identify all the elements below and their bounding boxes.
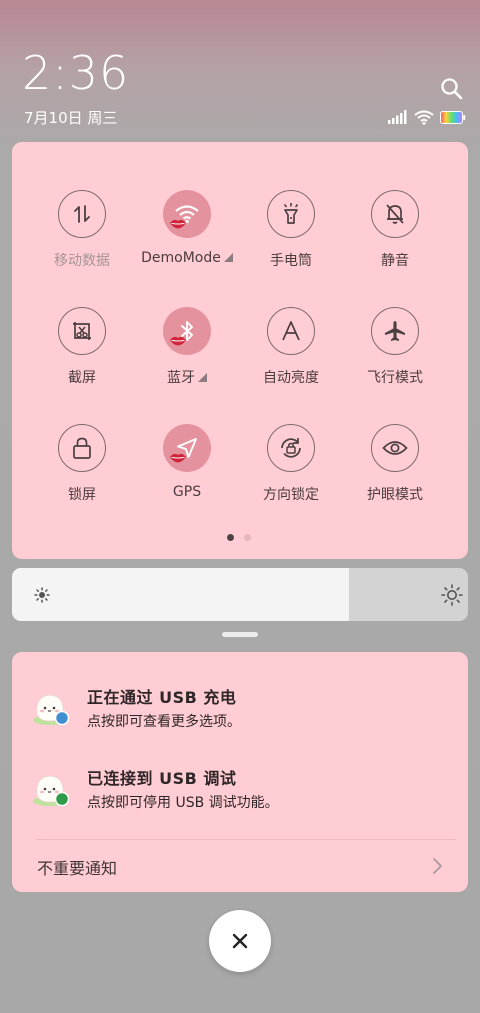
- unimportant-notifications-link[interactable]: 不重要通知: [37, 855, 117, 879]
- notification-subtitle: 点按即可停用 USB 调试功能。: [87, 795, 279, 811]
- gps-icon: [163, 424, 211, 472]
- brightness-fill: [12, 568, 350, 621]
- status-icons: [388, 108, 466, 126]
- brightness-high-icon: [441, 584, 463, 606]
- airplane-icon: [371, 307, 419, 355]
- tile-label: 静音: [381, 253, 409, 269]
- tile-label: 手电筒: [270, 253, 312, 269]
- drag-handle[interactable]: [222, 632, 258, 637]
- rotation-lock-icon: [267, 424, 315, 472]
- quick-settings-panel: 移动数据 DemoMode 手电筒 静音 截屏 蓝牙 自动亮度 飞行模式 锁屏 …: [12, 142, 468, 559]
- tile-label: 护眼模式: [367, 487, 423, 503]
- tile-label: 蓝牙: [137, 367, 237, 387]
- expand-indicator-icon: [223, 253, 233, 262]
- lips-sticker-icon: [170, 453, 186, 463]
- lips-sticker-icon: [170, 219, 186, 229]
- tile-airplane-mode[interactable]: 飞行模式: [345, 307, 445, 387]
- mascot-app-icon: [33, 775, 70, 807]
- lips-sticker-icon: [170, 336, 186, 346]
- flashlight-icon: [267, 190, 315, 238]
- tile-label: GPS: [172, 484, 202, 500]
- divider: [36, 839, 456, 840]
- mobile-data-icon: [58, 190, 106, 238]
- notification-title: 已连接到 USB 调试: [87, 769, 237, 788]
- auto-brightness-icon: [267, 307, 315, 355]
- tile-label: 自动亮度: [263, 370, 319, 386]
- tile-label: 锁屏: [68, 487, 96, 503]
- tile-demomode-wifi[interactable]: DemoMode: [137, 190, 237, 266]
- page-indicator: [227, 534, 251, 541]
- signal-icon: [388, 110, 407, 124]
- page-dot-active: [227, 534, 234, 541]
- tile-lock-screen[interactable]: 锁屏: [32, 424, 132, 504]
- screenshot-icon: [58, 307, 106, 355]
- tile-label: 方向锁定: [263, 487, 319, 503]
- tile-rotation-lock[interactable]: 方向锁定: [241, 424, 341, 504]
- tile-mute[interactable]: 静音: [345, 190, 445, 270]
- eye-icon: [371, 424, 419, 472]
- clock-time: 2:36: [22, 46, 130, 100]
- wifi-icon: [163, 190, 211, 238]
- wifi-icon: [414, 110, 434, 125]
- search-icon[interactable]: [440, 77, 464, 101]
- mascot-app-icon: [33, 694, 70, 726]
- tile-bluetooth[interactable]: 蓝牙: [137, 307, 237, 387]
- date-label: 7月10日 周三: [24, 109, 118, 127]
- tile-gps[interactable]: GPS: [137, 424, 237, 500]
- tile-auto-brightness[interactable]: 自动亮度: [241, 307, 341, 387]
- tile-label: DemoMode: [137, 250, 237, 266]
- notification-subtitle: 点按即可查看更多选项。: [87, 714, 241, 730]
- tile-eye-protection[interactable]: 护眼模式: [345, 424, 445, 504]
- expand-indicator-icon: [198, 373, 207, 382]
- tile-mobile-data[interactable]: 移动数据: [32, 190, 132, 270]
- chevron-right-icon[interactable]: [432, 857, 444, 875]
- tile-label: 飞行模式: [367, 370, 423, 386]
- tile-label: 截屏: [68, 370, 96, 386]
- close-icon: [232, 933, 248, 949]
- page-dot: [244, 534, 251, 541]
- lock-icon: [58, 424, 106, 472]
- notification-panel: 正在通过 USB 充电 点按即可查看更多选项。 已连接到 USB 调试 点按即可…: [12, 652, 468, 892]
- brightness-low-icon: [34, 587, 50, 603]
- tile-screenshot[interactable]: 截屏: [32, 307, 132, 387]
- notification-usb-charging[interactable]: 正在通过 USB 充电 点按即可查看更多选项。: [12, 684, 468, 744]
- tile-label: 移动数据: [54, 253, 110, 269]
- battery-icon: [440, 110, 466, 124]
- brightness-slider[interactable]: [12, 568, 468, 621]
- clear-all-button[interactable]: [209, 910, 271, 972]
- tile-flashlight[interactable]: 手电筒: [241, 190, 341, 270]
- mute-bell-icon: [371, 190, 419, 238]
- notification-title: 正在通过 USB 充电: [87, 688, 237, 707]
- bluetooth-icon: [163, 307, 211, 355]
- notification-usb-debugging[interactable]: 已连接到 USB 调试 点按即可停用 USB 调试功能。: [12, 765, 468, 825]
